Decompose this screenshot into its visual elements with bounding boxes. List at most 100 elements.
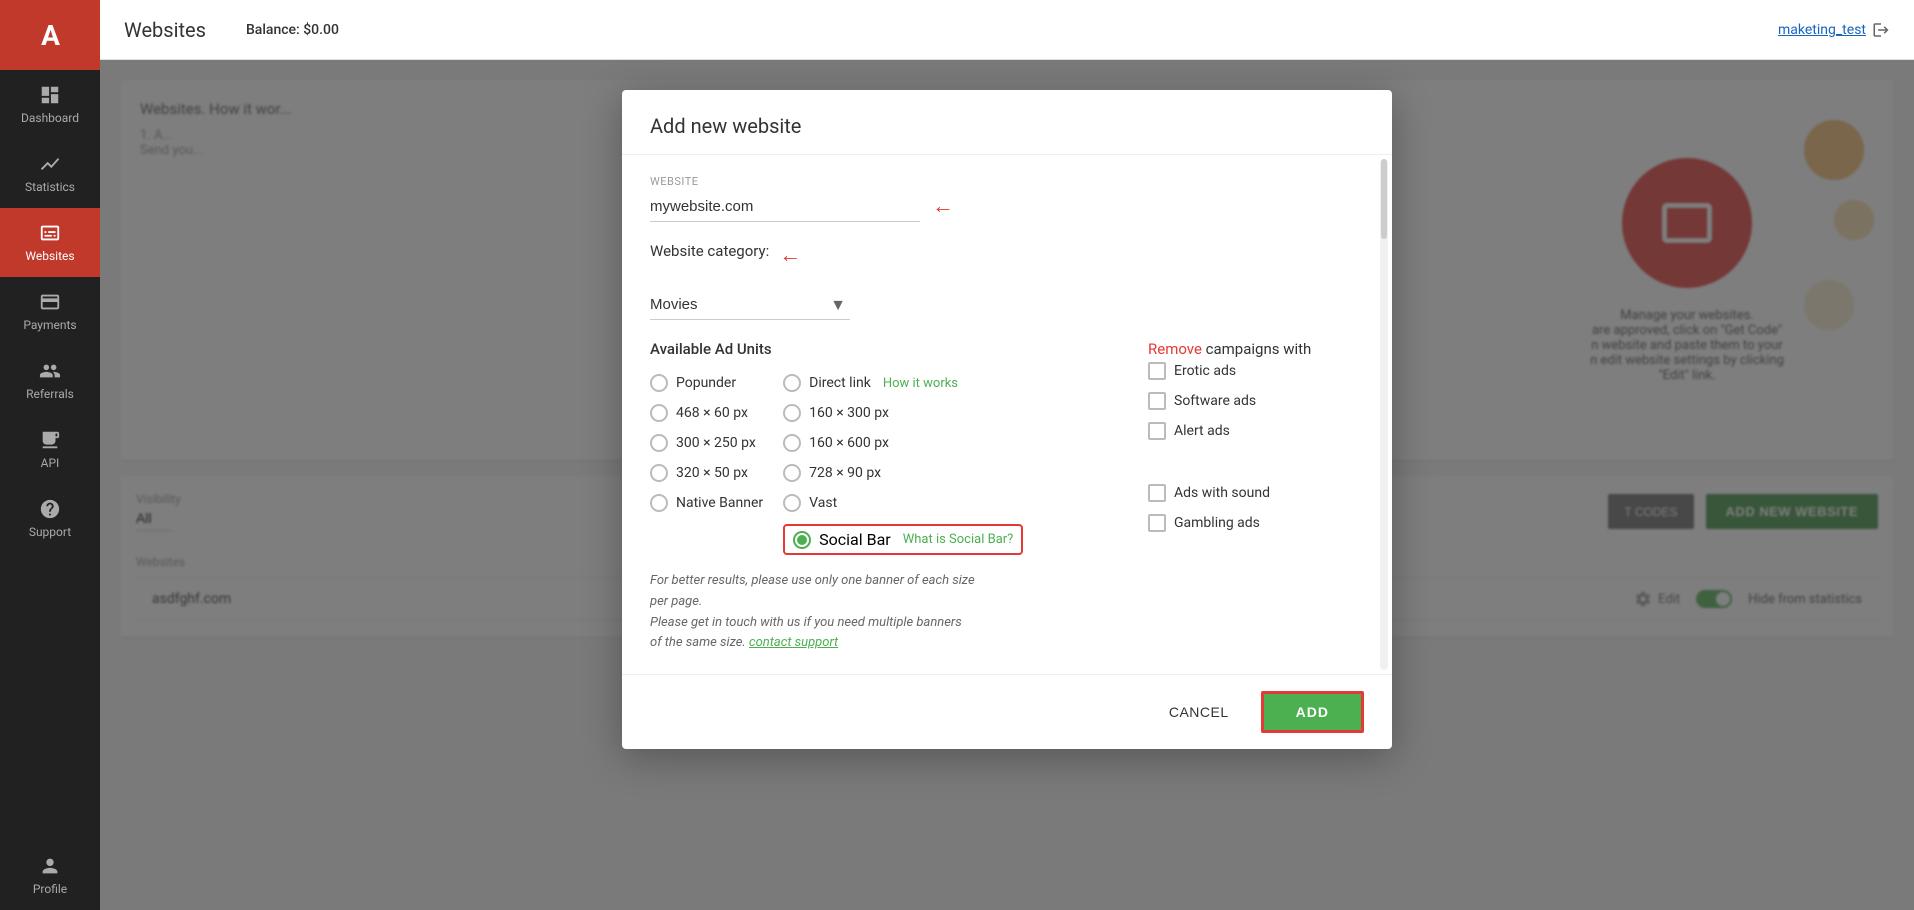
checkbox-alert-ads[interactable]: Alert ads — [1148, 422, 1348, 440]
radio-label-468x60: 468 × 60 px — [676, 405, 748, 421]
checkbox-label-alert-ads: Alert ads — [1174, 423, 1230, 439]
ad-units-left: Available Ad Units Popunder — [650, 340, 1148, 555]
remove-options-list: Erotic ads Software ads — [1148, 362, 1348, 532]
logo[interactable]: A — [0, 0, 100, 70]
sidebar-item-referrals[interactable]: Referrals — [0, 346, 100, 415]
radio-social-bar-row[interactable]: Social Bar What is Social Bar? — [783, 524, 1023, 555]
radio-circle-160x300 — [783, 404, 801, 422]
sidebar-item-label: Websites — [25, 249, 74, 263]
sidebar-item-websites[interactable]: Websites — [0, 208, 100, 277]
website-field-label: Website — [650, 175, 1348, 188]
checkbox-erotic-ads[interactable]: Erotic ads — [1148, 362, 1348, 380]
radio-728x90[interactable]: 728 × 90 px — [783, 464, 1023, 482]
category-select[interactable]: Movies Entertainment News Sports Technol… — [650, 290, 850, 320]
sidebar-item-statistics[interactable]: Statistics — [0, 139, 100, 208]
sidebar-item-label: Referrals — [26, 387, 74, 401]
modal-dialog: Add new website Website ← — [622, 90, 1392, 749]
balance-display: Balance: $0.00 — [246, 22, 339, 38]
checkbox-box-alert-ads — [1148, 422, 1166, 440]
radio-468x60[interactable]: 468 × 60 px — [650, 404, 763, 422]
radio-label-direct-link: Direct link — [809, 375, 871, 391]
username-link[interactable]: maketing_test — [1778, 22, 1866, 38]
radio-direct-link[interactable]: Direct link How it works — [783, 374, 1023, 392]
exit-icon — [1872, 21, 1890, 39]
statistics-icon — [39, 153, 61, 175]
radio-circle-popunder — [650, 374, 668, 392]
modal-footer: CANCEL ADD — [622, 674, 1392, 749]
sidebar-item-payments[interactable]: Payments — [0, 277, 100, 346]
checkbox-box-gambling-ads — [1148, 514, 1166, 532]
info-line1: For better results, please use only one … — [650, 573, 975, 588]
main-content: Websites Balance: $0.00 maketing_test We… — [100, 0, 1914, 910]
website-field-row: Website ← — [650, 175, 1348, 222]
what-is-social-bar-link[interactable]: What is Social Bar? — [903, 532, 1014, 547]
campaigns-suffix: campaigns with — [1202, 340, 1311, 358]
category-select-wrapper: Movies Entertainment News Sports Technol… — [650, 290, 850, 320]
modal-scrollbar[interactable] — [1380, 159, 1388, 670]
contact-support-link[interactable]: contact support — [749, 635, 838, 650]
info-text: For better results, please use only one … — [650, 571, 1348, 654]
checkbox-gambling-ads[interactable]: Gambling ads — [1148, 514, 1348, 532]
sidebar-item-label: Statistics — [25, 180, 75, 194]
dashboard-icon — [39, 84, 61, 106]
radio-circle-728x90 — [783, 464, 801, 482]
radio-160x300[interactable]: 160 × 300 px — [783, 404, 1023, 422]
checkbox-label-ads-with-sound: Ads with sound — [1174, 485, 1270, 501]
website-input[interactable] — [650, 192, 920, 222]
radio-circle-vast — [783, 494, 801, 512]
website-category-row: Website category: ← — [650, 242, 1348, 270]
cancel-button[interactable]: CANCEL — [1153, 696, 1245, 728]
radio-label-300x250: 300 × 250 px — [676, 435, 756, 451]
remove-campaigns-header: Remove campaigns with — [1148, 340, 1348, 358]
modal-overlay[interactable]: Add new website Website ← — [100, 60, 1914, 910]
balance-label: Balance: — [246, 22, 300, 38]
sidebar-item-label: API — [41, 456, 60, 470]
radio-160x600[interactable]: 160 × 600 px — [783, 434, 1023, 452]
checkbox-label-gambling-ads: Gambling ads — [1174, 515, 1260, 531]
balance-value: $0.00 — [303, 22, 339, 38]
info-line3: Please get in touch with us if you need … — [650, 615, 962, 630]
radio-label-native-banner: Native Banner — [676, 495, 763, 511]
radio-circle-direct-link — [783, 374, 801, 392]
radio-native-banner[interactable]: Native Banner — [650, 494, 763, 512]
sidebar-item-support[interactable]: Support — [0, 484, 100, 553]
checkbox-ads-with-sound[interactable]: Ads with sound — [1148, 484, 1348, 502]
payments-icon — [39, 291, 61, 313]
scrollbar-thumb — [1381, 159, 1387, 239]
radio-circle-social-bar — [793, 531, 811, 549]
sidebar-item-label: Payments — [23, 318, 76, 332]
support-icon — [39, 498, 61, 520]
sidebar-item-dashboard[interactable]: Dashboard — [0, 70, 100, 139]
radio-circle-320x50 — [650, 464, 668, 482]
radio-circle-160x600 — [783, 434, 801, 452]
radio-label-vast: Vast — [809, 495, 837, 511]
sidebar-item-label: Profile — [33, 882, 67, 896]
add-button[interactable]: ADD — [1261, 691, 1364, 733]
checkbox-box-software-ads — [1148, 392, 1166, 410]
ad-units-header: Available Ad Units — [650, 340, 1148, 358]
radio-popunder[interactable]: Popunder — [650, 374, 763, 392]
radio-label-160x600: 160 × 600 px — [809, 435, 889, 451]
radio-vast[interactable]: Vast — [783, 494, 1023, 512]
page-title: Websites — [124, 18, 206, 42]
ad-units-section: Available Ad Units Popunder — [650, 340, 1348, 555]
radio-circle-300x250 — [650, 434, 668, 452]
website-category-label: Website category: — [650, 242, 769, 260]
modal-body: Website ← Website category: ← — [622, 155, 1376, 674]
sidebar-item-api[interactable]: API — [0, 415, 100, 484]
ad-col-2: Direct link How it works 160 × 300 px — [783, 374, 1023, 555]
arrow-2-icon: ← — [779, 245, 801, 267]
sidebar-item-label: Dashboard — [21, 111, 79, 125]
radio-label-320x50: 320 × 50 px — [676, 465, 748, 481]
checkbox-software-ads[interactable]: Software ads — [1148, 392, 1348, 410]
sidebar: A Dashboard Statistics Websites Payments… — [0, 0, 100, 910]
radio-300x250[interactable]: 300 × 250 px — [650, 434, 763, 452]
how-it-works-link[interactable]: How it works — [883, 376, 958, 391]
profile-icon — [39, 855, 61, 877]
radio-320x50[interactable]: 320 × 50 px — [650, 464, 763, 482]
referrals-icon — [39, 360, 61, 382]
user-menu[interactable]: maketing_test — [1778, 21, 1890, 39]
sidebar-item-profile[interactable]: Profile — [0, 841, 100, 910]
modal-content: Website ← Website category: ← — [622, 155, 1376, 674]
topbar: Websites Balance: $0.00 maketing_test — [100, 0, 1914, 60]
